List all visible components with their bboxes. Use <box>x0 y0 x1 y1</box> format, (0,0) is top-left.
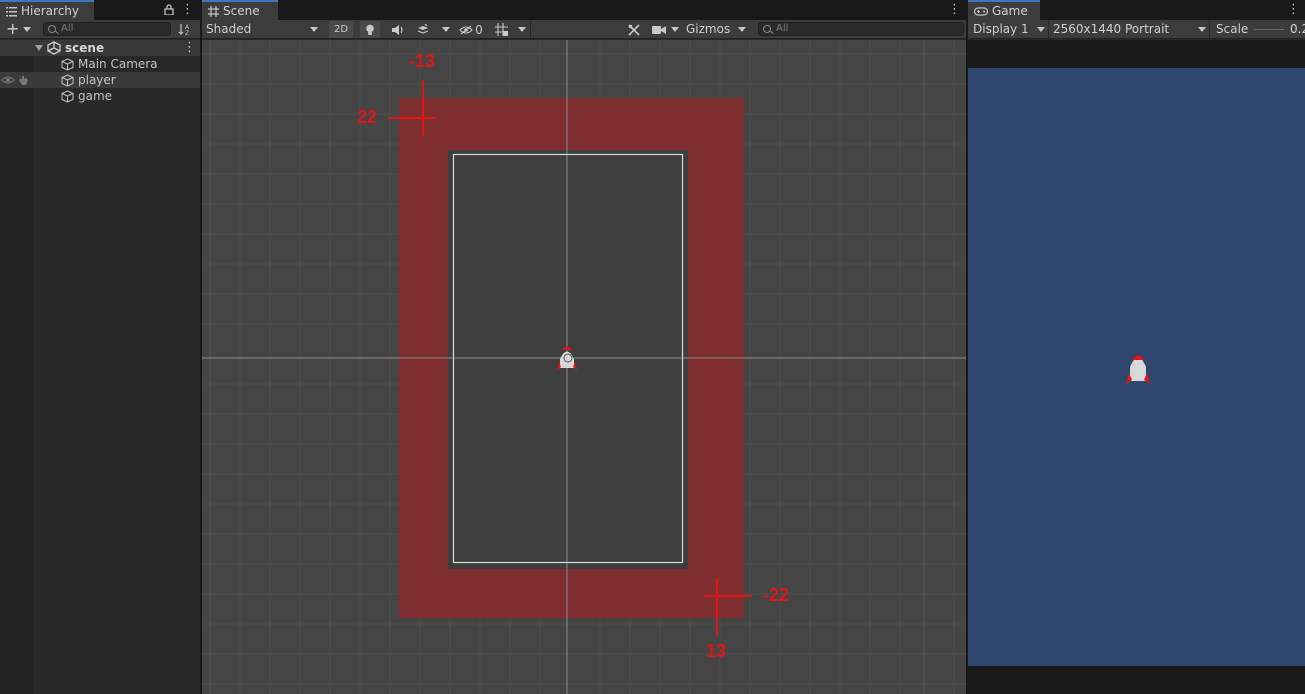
layers-icon <box>417 24 429 34</box>
list-item[interactable]: player <box>0 72 200 88</box>
item-label: game <box>78 89 113 103</box>
resolution-dropdown[interactable]: 2560x1440 Portrait <box>1053 21 1169 38</box>
camera-button[interactable] <box>651 21 667 38</box>
audio-toggle-button[interactable] <box>389 21 407 38</box>
shading-mode-dropdown[interactable]: Shaded <box>206 21 251 38</box>
wrench-cross-icon <box>628 23 640 36</box>
svg-text:Z: Z <box>185 30 189 36</box>
grid-hash-icon <box>208 5 219 17</box>
hidden-count: 0 <box>475 22 483 37</box>
visibility-eye-icon[interactable] <box>1 75 15 85</box>
scene-name: scene <box>65 41 105 55</box>
grid-dropdown-icon[interactable] <box>518 27 526 32</box>
scale-label: Scale <box>1216 22 1249 36</box>
eye-slash-icon <box>459 25 473 34</box>
hierarchy-toolbar: + All AZ <box>0 20 200 39</box>
tab-game-label: Game <box>992 4 1028 18</box>
speaker-icon <box>392 24 403 35</box>
scale-value: 0.2 <box>1290 22 1305 36</box>
lighting-toggle-button[interactable] <box>360 21 380 38</box>
pickable-hand-icon[interactable] <box>17 74 29 86</box>
hidden-objects-toggle[interactable]: 0 <box>456 21 486 38</box>
lightbulb-icon <box>366 24 374 35</box>
hierarchy-search-input[interactable]: All <box>43 22 171 36</box>
gamepad-icon <box>974 6 988 16</box>
gameobject-cube-icon <box>61 89 74 103</box>
effects-dropdown-icon[interactable] <box>442 27 450 32</box>
search-icon <box>763 25 771 33</box>
video-camera-icon <box>652 25 666 34</box>
scene-menu-icon[interactable]: ⋮ <box>183 40 196 56</box>
toolbar-separator <box>530 21 531 38</box>
scale-slider[interactable] <box>1254 29 1284 30</box>
effects-button[interactable] <box>414 21 432 38</box>
item-label: Main Camera <box>78 57 158 71</box>
game-panel: Game ⋮ Display 1 2560x1440 Portrait Scal… <box>968 0 1305 694</box>
gameobject-cube-icon <box>61 73 74 87</box>
display-dropdown[interactable]: Display 1 <box>973 21 1029 38</box>
game-view[interactable] <box>968 68 1305 666</box>
shading-dropdown-icon[interactable] <box>310 27 318 32</box>
coord-label-top-left-x: -13 <box>409 51 436 71</box>
gizmos-button[interactable]: Gizmos <box>686 21 730 38</box>
scene-tabbar: Scene ⋮ <box>202 0 966 20</box>
grid-snap-icon <box>494 23 508 36</box>
item-label: player <box>78 73 116 87</box>
game-tabbar: Game ⋮ <box>968 0 1305 20</box>
resolution-dropdown-icon[interactable] <box>1198 27 1206 32</box>
gizmos-dropdown-icon[interactable] <box>738 27 746 32</box>
scene-canvas[interactable] <box>202 40 966 694</box>
scene-menu-icon[interactable]: ⋮ <box>948 2 961 18</box>
search-icon <box>48 25 56 33</box>
grid-toggle-button[interactable] <box>492 21 510 38</box>
scene-panel: Scene ⋮ Shaded 2D 0 Gizmos All -13 22 -2… <box>202 0 966 694</box>
unity-scene-icon <box>47 41 61 55</box>
display-dropdown-icon[interactable] <box>1037 27 1045 32</box>
expand-arrow-icon[interactable] <box>35 45 43 51</box>
rocket-icon <box>1126 355 1150 384</box>
visibility-strip <box>0 40 33 694</box>
tab-scene[interactable]: Scene <box>202 0 278 20</box>
toolbar-separator <box>1048 21 1049 38</box>
scene-search-input[interactable]: All <box>758 22 964 36</box>
sort-icon[interactable]: AZ <box>178 22 192 36</box>
tab-hierarchy[interactable]: Hierarchy <box>0 0 94 20</box>
hierarchy-panel: Hierarchy ⋮ + All AZ scene ⋮ Main Camera… <box>0 0 200 694</box>
list-item[interactable]: game <box>0 88 200 104</box>
tools-button[interactable] <box>626 21 642 38</box>
2d-toggle-button[interactable]: 2D <box>329 21 353 38</box>
tab-hierarchy-label: Hierarchy <box>21 4 80 18</box>
add-icon[interactable]: + <box>6 20 19 38</box>
hierarchy-search-placeholder: All <box>61 23 74 34</box>
hierarchy-tabbar: Hierarchy ⋮ <box>0 0 200 20</box>
tab-game[interactable]: Game <box>968 0 1040 20</box>
lock-icon[interactable] <box>164 4 174 15</box>
coord-label-bottom-right-y: -22 <box>763 585 790 605</box>
gameobject-cube-icon <box>61 57 74 71</box>
camera-dropdown-icon[interactable] <box>671 27 679 32</box>
scene-viewport[interactable]: -13 22 -22 13 <box>202 40 966 694</box>
add-dropdown-icon[interactable] <box>23 27 31 32</box>
hierarchy-scene-row[interactable]: scene ⋮ <box>0 40 200 56</box>
coord-label-top-left-y: 22 <box>357 107 378 127</box>
game-letterbox-bottom <box>968 666 1305 694</box>
tab-scene-label: Scene <box>223 4 260 18</box>
toolbar-separator <box>1209 21 1210 38</box>
game-letterbox-top <box>968 40 1305 68</box>
list-icon <box>6 6 17 16</box>
list-item[interactable]: Main Camera <box>0 56 200 72</box>
scene-search-placeholder: All <box>776 23 789 34</box>
hierarchy-menu-icon[interactable]: ⋮ <box>181 2 194 18</box>
game-menu-icon[interactable]: ⋮ <box>1287 2 1300 18</box>
coord-label-bottom-right-x: 13 <box>706 641 727 661</box>
